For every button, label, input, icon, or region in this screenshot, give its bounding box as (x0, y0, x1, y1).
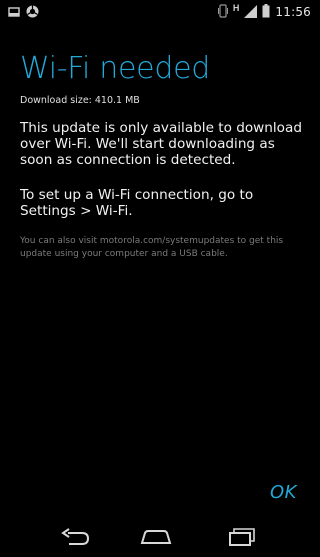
vibrate-icon (217, 3, 228, 22)
network-type: H (232, 3, 240, 13)
status-bar-system: H 11:56 (217, 3, 311, 22)
back-icon (60, 528, 90, 550)
status-bar-notifications (8, 4, 39, 20)
update-dialog: Wi-Fi needed Download size: 410.1 MB Thi… (20, 52, 310, 261)
signal-icon (244, 3, 258, 22)
clock: 11:56 (275, 5, 311, 19)
alternative-update-note: You can also visit motorola.com/systemup… (20, 236, 284, 259)
navigation-bar (0, 520, 313, 557)
wifi-setup-message: To set up a Wi-Fi connection, go to Sett… (20, 187, 254, 219)
back-button[interactable] (50, 526, 100, 552)
home-button[interactable] (131, 526, 181, 552)
ok-button[interactable]: OK (270, 482, 297, 503)
notification-icon (8, 3, 20, 22)
recents-button[interactable] (216, 526, 266, 552)
download-size: Download size: 410.1 MB (20, 95, 140, 106)
wifi-only-message: This update is only available to downloa… (20, 120, 302, 168)
page-title: Wi-Fi needed (20, 51, 210, 86)
app-notification-icon (26, 3, 39, 22)
recents-icon (227, 528, 255, 550)
status-bar: H 11:56 (0, 0, 313, 24)
home-icon (139, 529, 173, 549)
battery-icon (262, 3, 270, 22)
